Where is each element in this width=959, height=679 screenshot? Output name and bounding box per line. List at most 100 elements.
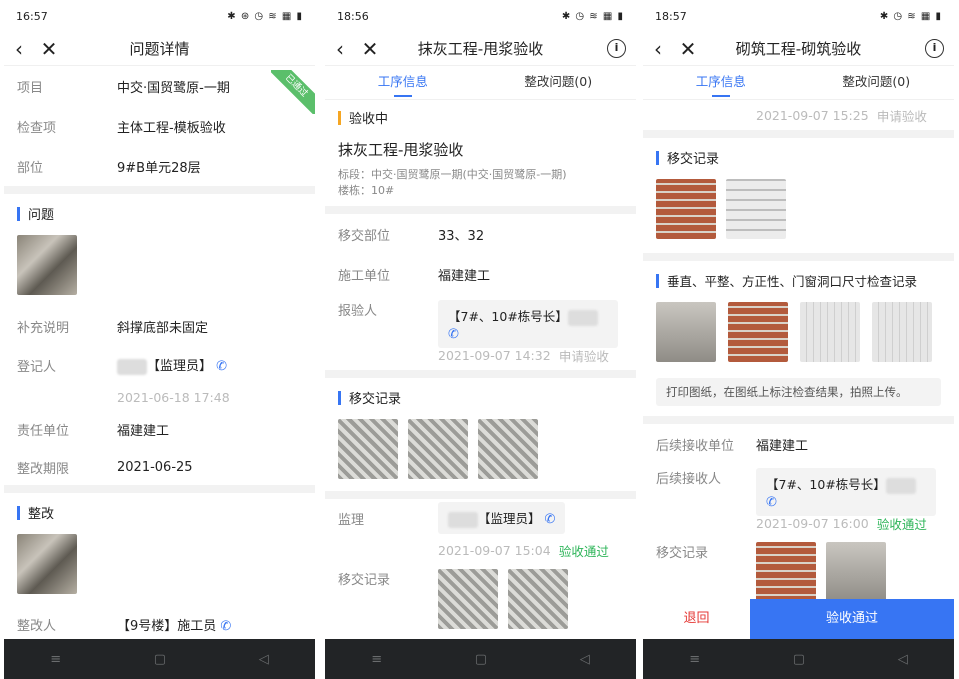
tab-rectification[interactable]: 整改问题(0) (481, 66, 637, 99)
info-icon[interactable]: i (925, 39, 944, 58)
field-value: 福建建工 (117, 423, 170, 439)
field-label: 后续接收单位 (656, 438, 735, 454)
check-photo-3[interactable] (800, 302, 860, 362)
transfer-photo-1[interactable] (338, 419, 398, 479)
menu-icon[interactable]: ≡ (50, 652, 61, 667)
report-action: 申请验收 (558, 348, 609, 364)
field-fixer: 整改人 【9号楼】施工员 ✆ (4, 606, 315, 642)
nav-bar: ‹ ✕ 抹灰工程-甩浆验收 i (325, 32, 636, 66)
field-transfer-location: 移交部位 33、32 (325, 214, 636, 254)
field-check-item: 检查项 主体工程-模板验收 (4, 106, 315, 146)
accept-action: 验收通过 (876, 516, 927, 532)
reporter-card: 【7#、10#栋号长】 ✆ (438, 300, 618, 348)
status-time: 18:56 (337, 9, 369, 23)
field-label: 移交记录 (656, 546, 709, 561)
section-marker (656, 150, 659, 165)
back-icon[interactable]: ‹ (643, 37, 673, 61)
field-label: 检查项 (17, 120, 57, 136)
check-photo-4[interactable] (872, 302, 932, 362)
transfer-photo-3[interactable] (478, 419, 538, 479)
process-building-label: 楼栋：10# (338, 184, 395, 197)
menu-icon[interactable]: ≡ (371, 652, 382, 667)
supervisor-action: 验收通过 (558, 543, 609, 559)
transfer-photo-2[interactable] (408, 419, 468, 479)
section-rectification: 整改 (4, 493, 315, 522)
section-transfer: 移交记录 (325, 378, 636, 407)
status-bar: 16:57 ✱ ⊛ ◷ ≋ ▦ ▮ (4, 0, 315, 32)
status-icons: ✱ ◷ ≋ ▦ ▮ (561, 10, 624, 22)
field-label: 报验人 (338, 304, 378, 319)
field-value: 中交·国贸鹭原-一期 (117, 80, 230, 96)
field-label: 项目 (17, 80, 44, 96)
phone-icon[interactable]: ✆ (766, 495, 777, 510)
phone-icon[interactable]: ✆ (216, 359, 227, 374)
field-value: 福建建工 (438, 268, 491, 284)
system-nav-bar: ≡ ▢ ◁ (325, 639, 636, 679)
field-registrant: 登记人 【监理员】 ✆ (4, 345, 315, 385)
field-label: 监理 (338, 512, 365, 528)
rectification-photo[interactable] (17, 534, 77, 594)
registrant-time-row: 2021-06-18 17:48 (4, 385, 315, 409)
nav-bar: ‹ ✕ 问题详情 (4, 32, 315, 66)
supervisor-time-row: 2021-09-07 15:04 验收通过 (325, 537, 636, 563)
record-photo-1[interactable] (438, 569, 498, 629)
role-text: 【监理员】 (147, 359, 213, 375)
close-icon[interactable]: ✕ (355, 37, 385, 61)
screen-problem-detail: 16:57 ✱ ⊛ ◷ ≋ ▦ ▮ ‹ ✕ 问题详情 已通过 项目 中交·国贸鹭… (4, 0, 315, 679)
field-value: 9#B单元28层 (117, 160, 201, 176)
reporter-text: 【7#、10#栋号长】 (448, 309, 568, 324)
tab-rectification[interactable]: 整改问题(0) (799, 66, 955, 99)
field-label: 移交记录 (338, 573, 391, 588)
back-nav-icon[interactable]: ◁ (259, 652, 269, 667)
screen-masonry-acceptance: 18:57 ✱ ◷ ≋ ▦ ▮ ‹ ✕ 砌筑工程-砌筑验收 i 工序信息 整改问… (643, 0, 954, 679)
phone-icon[interactable]: ✆ (448, 327, 459, 342)
home-icon[interactable]: ▢ (154, 652, 166, 667)
record-photo-1[interactable] (756, 542, 816, 602)
record-photo-2[interactable] (508, 569, 568, 629)
return-button[interactable]: 退回 (643, 599, 750, 639)
phone-icon[interactable]: ✆ (545, 512, 556, 527)
phone-icon[interactable]: ✆ (220, 619, 231, 634)
field-label: 整改人 (17, 618, 57, 634)
section-check-record: 垂直、平整、方正性、门窗洞口尺寸检查记录 (643, 261, 954, 290)
status-section: 验收中 (325, 100, 636, 127)
process-section-label: 标段：中交·国贸鹭原一期(中交·国贸鹭原-一期) (338, 168, 567, 181)
transfer-photo-2[interactable] (726, 179, 786, 239)
fixer-text: 【9号楼】施工员 (117, 618, 217, 634)
close-icon[interactable]: ✕ (673, 37, 703, 61)
field-label: 责任单位 (17, 423, 70, 439)
back-nav-icon[interactable]: ◁ (580, 652, 590, 667)
accept-time: 2021-09-07 16:00 (756, 515, 869, 531)
field-reporter: 报验人 【7#、10#栋号长】 ✆ (325, 294, 636, 348)
status-marker (338, 110, 341, 125)
menu-icon[interactable]: ≡ (689, 652, 700, 667)
problem-photo[interactable] (17, 235, 77, 295)
home-icon[interactable]: ▢ (793, 652, 805, 667)
check-photo-2[interactable] (728, 302, 788, 362)
transfer-photo-1[interactable] (656, 179, 716, 239)
approve-button[interactable]: 验收通过 (750, 599, 954, 639)
back-icon[interactable]: ‹ (325, 37, 355, 61)
check-photo-1[interactable] (656, 302, 716, 362)
approved-stamp: 已通过 (271, 70, 315, 114)
field-location: 部位 9#B单元28层 (4, 146, 315, 186)
field-label: 移交部位 (338, 228, 391, 244)
tab-process-info[interactable]: 工序信息 (325, 66, 481, 99)
field-record: 移交记录 (643, 536, 954, 602)
section-problem: 问题 (4, 194, 315, 223)
section-marker (17, 206, 20, 221)
supervisor-card: 【监理员】 ✆ (438, 502, 566, 534)
section-transfer: 移交记录 (643, 138, 954, 167)
back-nav-icon[interactable]: ◁ (898, 652, 908, 667)
field-construction-unit: 施工单位 福建建工 (325, 254, 636, 294)
close-icon[interactable]: ✕ (34, 37, 64, 61)
field-value: 【9号楼】施工员 ✆ (117, 615, 231, 634)
next-person-card: 【7#、10#栋号长】 ✆ (756, 468, 936, 516)
home-icon[interactable]: ▢ (475, 652, 487, 667)
status-icons: ✱ ◷ ≋ ▦ ▮ (879, 10, 942, 22)
next-person-text: 【7#、10#栋号长】 (766, 477, 886, 492)
record-photo-2[interactable] (826, 542, 886, 602)
info-icon[interactable]: i (607, 39, 626, 58)
back-icon[interactable]: ‹ (4, 37, 34, 61)
tab-process-info[interactable]: 工序信息 (643, 66, 799, 99)
